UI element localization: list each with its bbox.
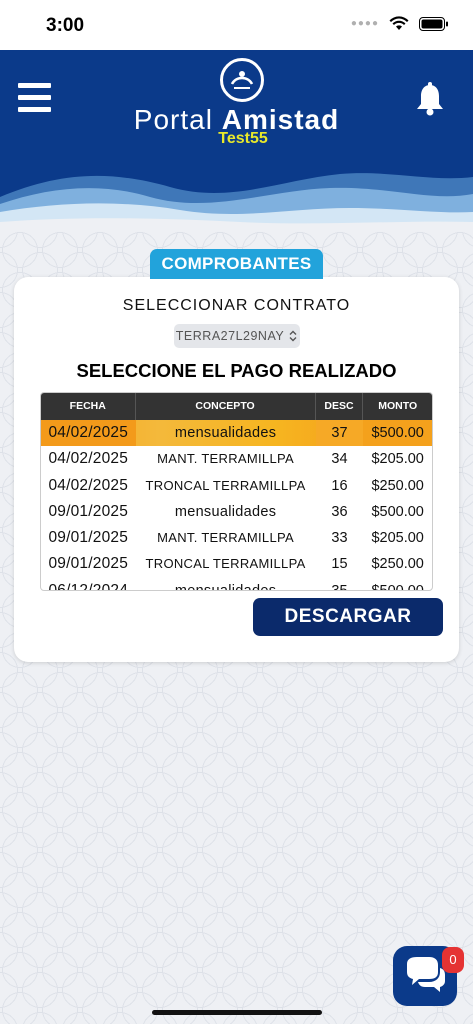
- column-concepto: CONCEPTO: [136, 393, 316, 420]
- table-row[interactable]: 04/02/2025 mensualidades 37 $500.00: [41, 420, 432, 447]
- table-row[interactable]: 09/01/2025 mensualidades 36 $500.00: [41, 499, 432, 525]
- payments-table: FECHA CONCEPTO DESC MONTO 04/02/2025 men…: [40, 392, 433, 591]
- cell-concepto: mensualidades: [174, 503, 277, 520]
- cell-fecha: 06/12/2024: [48, 581, 129, 591]
- cell-monto: $250.00: [371, 556, 424, 573]
- cell-concepto: mensualidades: [174, 425, 277, 441]
- chevron-updown-icon: [289, 330, 297, 342]
- signal-icon: ●●●●: [350, 18, 379, 29]
- table-row[interactable]: 06/12/2024 mensualidades 35 $500.00: [41, 578, 432, 591]
- column-fecha: FECHA: [41, 393, 136, 420]
- tab-comprobantes[interactable]: COMPROBANTES: [150, 249, 323, 279]
- cell-desc: 36: [331, 503, 348, 520]
- cell-concepto: TRONCAL TERRAMILLPA: [145, 477, 306, 493]
- payment-title: SELECCIONE EL PAGO REALIZADO: [76, 360, 397, 381]
- battery-icon: [419, 16, 448, 31]
- cell-fecha: 04/02/2025: [48, 450, 129, 468]
- cell-fecha: 09/01/2025: [48, 529, 129, 547]
- cell-fecha: 09/01/2025: [48, 502, 129, 520]
- cell-desc: 15: [331, 556, 348, 573]
- cell-desc: 33: [331, 530, 348, 547]
- column-monto: MONTO: [378, 400, 418, 412]
- cell-monto: $500.00: [371, 582, 424, 591]
- column-desc: DESC: [316, 393, 364, 420]
- cell-concepto: MANT. TERRAMILLPA: [157, 530, 294, 546]
- home-indicator: [152, 1010, 322, 1015]
- contract-select-value: TERRA27L29NAY: [175, 329, 285, 343]
- download-button[interactable]: DESCARGAR: [253, 598, 443, 636]
- contract-select[interactable]: TERRA27L29NAY: [174, 324, 300, 348]
- contract-title: SELECCIONAR CONTRATO: [122, 297, 351, 314]
- cell-concepto: mensualidades: [174, 582, 277, 591]
- cell-desc: 16: [331, 477, 348, 494]
- cell-monto: $250.00: [371, 477, 424, 494]
- cell-monto: $205.00: [371, 451, 424, 468]
- cell-fecha: 09/01/2025: [48, 555, 129, 573]
- status-bar: 3:00 ●●●●: [0, 0, 473, 50]
- table-row[interactable]: 09/01/2025 TRONCAL TERRAMILLPA 15 $250.0…: [41, 551, 432, 577]
- status-time: 3:00: [46, 15, 85, 36]
- cell-desc: 34: [331, 451, 348, 468]
- app-header: Portal Amistad Test55: [0, 50, 473, 232]
- chat-badge: 0: [442, 947, 464, 973]
- cell-monto: $500.00: [371, 503, 424, 520]
- table-row[interactable]: 04/02/2025 MANT. TERRAMILLPA 34 $205.00: [41, 446, 432, 472]
- bell-icon[interactable]: [415, 82, 445, 116]
- status-icons: ●●●●: [351, 16, 449, 31]
- table-row[interactable]: 09/01/2025 MANT. TERRAMILLPA 33 $205.00: [41, 525, 432, 551]
- comprobantes-card: SELECCIONAR CONTRATO TERRA27L29NAY SELEC…: [14, 277, 459, 662]
- cell-fecha: 04/02/2025: [41, 420, 136, 447]
- cell-concepto: MANT. TERRAMILLPA: [157, 451, 294, 467]
- cell-monto: $205.00: [371, 530, 424, 547]
- wifi-icon: [389, 16, 409, 30]
- cell-monto: $500.00: [363, 420, 432, 447]
- table-row[interactable]: 04/02/2025 TRONCAL TERRAMILLPA 16 $250.0…: [41, 473, 432, 499]
- cell-fecha: 04/02/2025: [48, 476, 129, 494]
- header-waves: [0, 173, 473, 232]
- logo-icon: [220, 58, 264, 102]
- cell-desc: 37: [315, 420, 364, 447]
- cell-desc: 35: [331, 582, 348, 591]
- table-header: FECHA CONCEPTO DESC MONTO: [41, 393, 432, 420]
- cell-concepto: TRONCAL TERRAMILLPA: [145, 556, 306, 572]
